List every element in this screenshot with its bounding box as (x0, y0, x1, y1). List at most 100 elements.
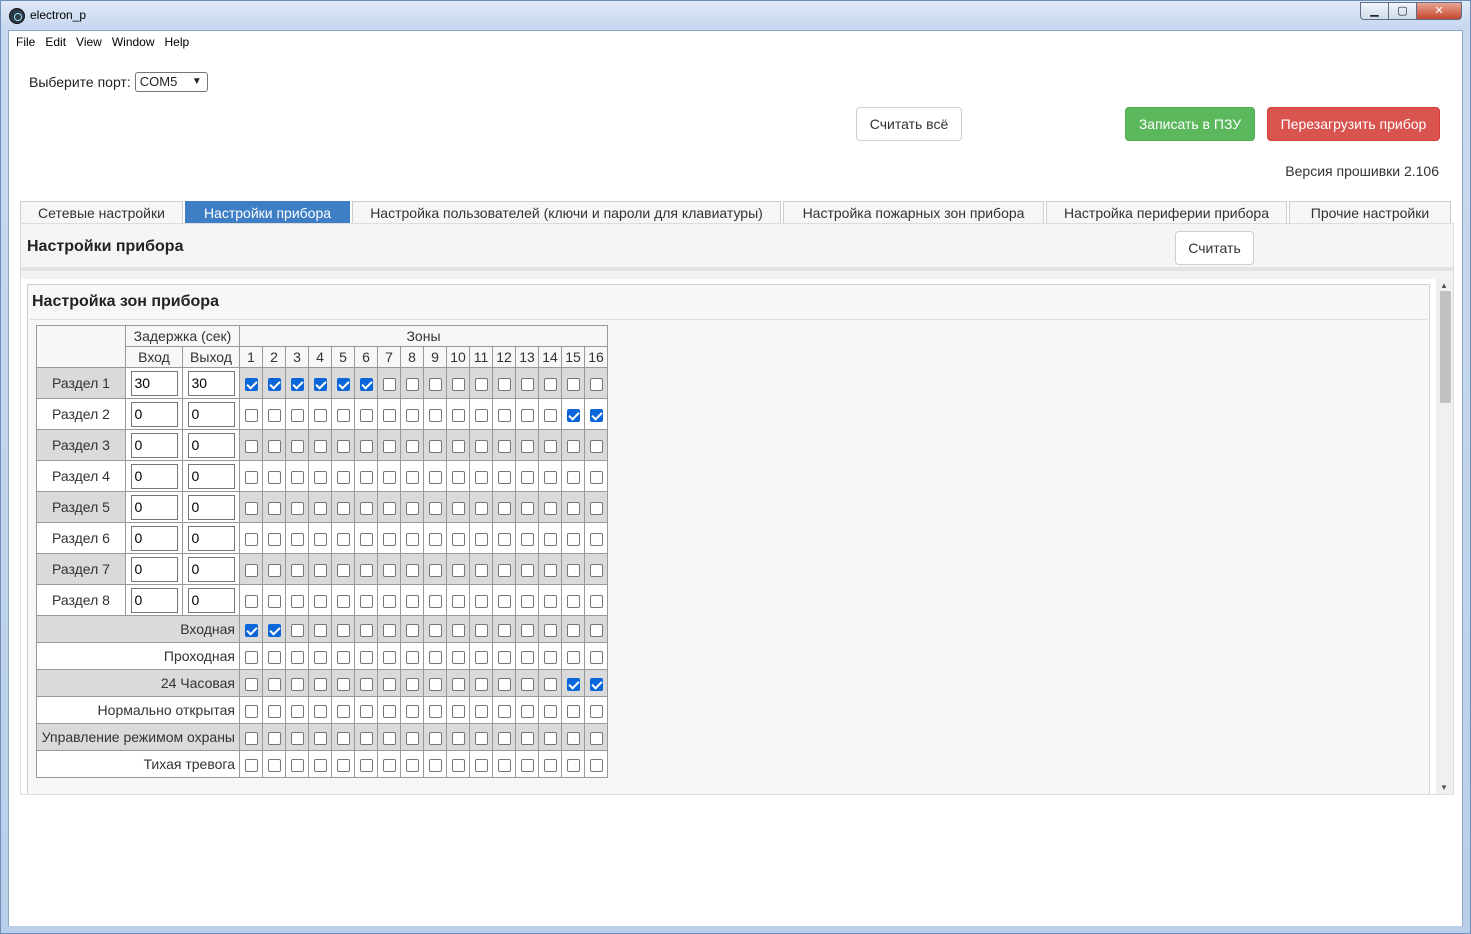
zone-checkbox[interactable] (497, 501, 511, 515)
zone-checkbox[interactable] (474, 532, 488, 546)
zone-checkbox[interactable] (451, 439, 465, 453)
zone-checkbox[interactable] (543, 563, 557, 577)
zone-type-checkbox[interactable] (589, 731, 603, 745)
zone-checkbox[interactable] (543, 501, 557, 515)
zone-type-checkbox[interactable] (382, 758, 396, 772)
exit-delay-input[interactable] (187, 401, 235, 427)
zone-type-checkbox[interactable] (313, 650, 327, 664)
zone-checkbox[interactable] (313, 501, 327, 515)
zone-checkbox[interactable] (474, 470, 488, 484)
zone-type-checkbox[interactable] (520, 731, 534, 745)
zone-checkbox[interactable] (244, 470, 258, 484)
zone-type-checkbox[interactable] (589, 758, 603, 772)
zone-type-checkbox[interactable] (359, 758, 373, 772)
zone-checkbox[interactable] (543, 377, 557, 391)
zone-type-checkbox[interactable] (451, 704, 465, 718)
zone-checkbox[interactable] (313, 439, 327, 453)
zone-type-checkbox[interactable] (290, 704, 304, 718)
zone-checkbox[interactable] (382, 594, 396, 608)
zone-checkbox[interactable] (405, 594, 419, 608)
zone-type-checkbox[interactable] (451, 731, 465, 745)
zone-type-checkbox[interactable] (497, 650, 511, 664)
entry-delay-input[interactable] (130, 432, 178, 458)
zone-type-checkbox[interactable] (428, 677, 442, 691)
panel-scroll-area[interactable]: Настройка зон прибора Задержка (сек) Зоны… (21, 279, 1453, 794)
zone-type-checkbox[interactable] (543, 704, 557, 718)
zone-checkbox[interactable] (290, 501, 304, 515)
zone-type-checkbox[interactable] (474, 623, 488, 637)
zone-checkbox[interactable] (497, 377, 511, 391)
zone-checkbox[interactable] (405, 439, 419, 453)
zone-checkbox[interactable] (428, 439, 442, 453)
zone-type-checkbox[interactable] (405, 650, 419, 664)
zone-checkbox[interactable] (520, 377, 534, 391)
zone-checkbox[interactable] (589, 377, 603, 391)
zone-checkbox[interactable] (589, 594, 603, 608)
scrollbar-thumb[interactable] (1440, 291, 1451, 403)
zone-type-checkbox[interactable] (336, 758, 350, 772)
zone-checkbox[interactable] (244, 439, 258, 453)
zone-type-checkbox[interactable] (474, 677, 488, 691)
zone-checkbox[interactable] (497, 408, 511, 422)
zone-type-checkbox[interactable] (336, 677, 350, 691)
exit-delay-input[interactable] (187, 587, 235, 613)
zone-type-checkbox[interactable] (244, 650, 258, 664)
exit-delay-input[interactable] (187, 370, 235, 396)
zone-checkbox[interactable] (589, 563, 603, 577)
minimize-button[interactable]: ▁ (1360, 2, 1388, 20)
read-all-button[interactable]: Считать всё (856, 107, 962, 141)
zone-checkbox[interactable] (543, 470, 557, 484)
zone-type-checkbox[interactable] (428, 731, 442, 745)
zone-type-checkbox[interactable] (267, 731, 281, 745)
tab-network-settings[interactable]: Сетевые настройки (20, 201, 183, 223)
zone-checkbox[interactable] (267, 377, 281, 391)
zone-type-checkbox[interactable] (405, 677, 419, 691)
zone-checkbox[interactable] (497, 470, 511, 484)
zone-type-checkbox[interactable] (244, 704, 258, 718)
zone-type-checkbox[interactable] (267, 704, 281, 718)
zone-checkbox[interactable] (359, 563, 373, 577)
zone-type-checkbox[interactable] (290, 650, 304, 664)
zone-type-checkbox[interactable] (543, 677, 557, 691)
vertical-scrollbar[interactable]: ▲ ▼ (1436, 279, 1453, 794)
zone-type-checkbox[interactable] (451, 758, 465, 772)
zone-checkbox[interactable] (267, 408, 281, 422)
zone-type-checkbox[interactable] (566, 677, 580, 691)
zone-type-checkbox[interactable] (382, 623, 396, 637)
zone-type-checkbox[interactable] (336, 623, 350, 637)
exit-delay-input[interactable] (187, 463, 235, 489)
zone-type-checkbox[interactable] (520, 704, 534, 718)
zone-checkbox[interactable] (520, 501, 534, 515)
zone-checkbox[interactable] (336, 594, 350, 608)
zone-checkbox[interactable] (497, 563, 511, 577)
zone-checkbox[interactable] (244, 594, 258, 608)
zone-type-checkbox[interactable] (589, 677, 603, 691)
zone-type-checkbox[interactable] (474, 704, 488, 718)
zone-checkbox[interactable] (382, 470, 396, 484)
zone-checkbox[interactable] (267, 532, 281, 546)
zone-checkbox[interactable] (313, 594, 327, 608)
reboot-device-button[interactable]: Перезагрузить прибор (1267, 107, 1440, 141)
zone-checkbox[interactable] (520, 470, 534, 484)
zone-checkbox[interactable] (290, 377, 304, 391)
zone-checkbox[interactable] (451, 377, 465, 391)
zone-checkbox[interactable] (405, 408, 419, 422)
zone-checkbox[interactable] (267, 594, 281, 608)
zone-checkbox[interactable] (290, 408, 304, 422)
zone-checkbox[interactable] (543, 594, 557, 608)
zone-checkbox[interactable] (336, 470, 350, 484)
zone-type-checkbox[interactable] (543, 758, 557, 772)
port-select[interactable]: COM5 ▼ (134, 72, 208, 92)
scroll-down-icon[interactable]: ▼ (1440, 783, 1448, 792)
entry-delay-input[interactable] (130, 556, 178, 582)
zone-type-checkbox[interactable] (428, 758, 442, 772)
zone-type-checkbox[interactable] (543, 623, 557, 637)
zone-checkbox[interactable] (336, 532, 350, 546)
zone-type-checkbox[interactable] (566, 731, 580, 745)
zone-type-checkbox[interactable] (313, 623, 327, 637)
zone-checkbox[interactable] (566, 439, 580, 453)
zone-checkbox[interactable] (589, 470, 603, 484)
zone-type-checkbox[interactable] (244, 758, 258, 772)
zone-checkbox[interactable] (589, 408, 603, 422)
zone-type-checkbox[interactable] (382, 704, 396, 718)
